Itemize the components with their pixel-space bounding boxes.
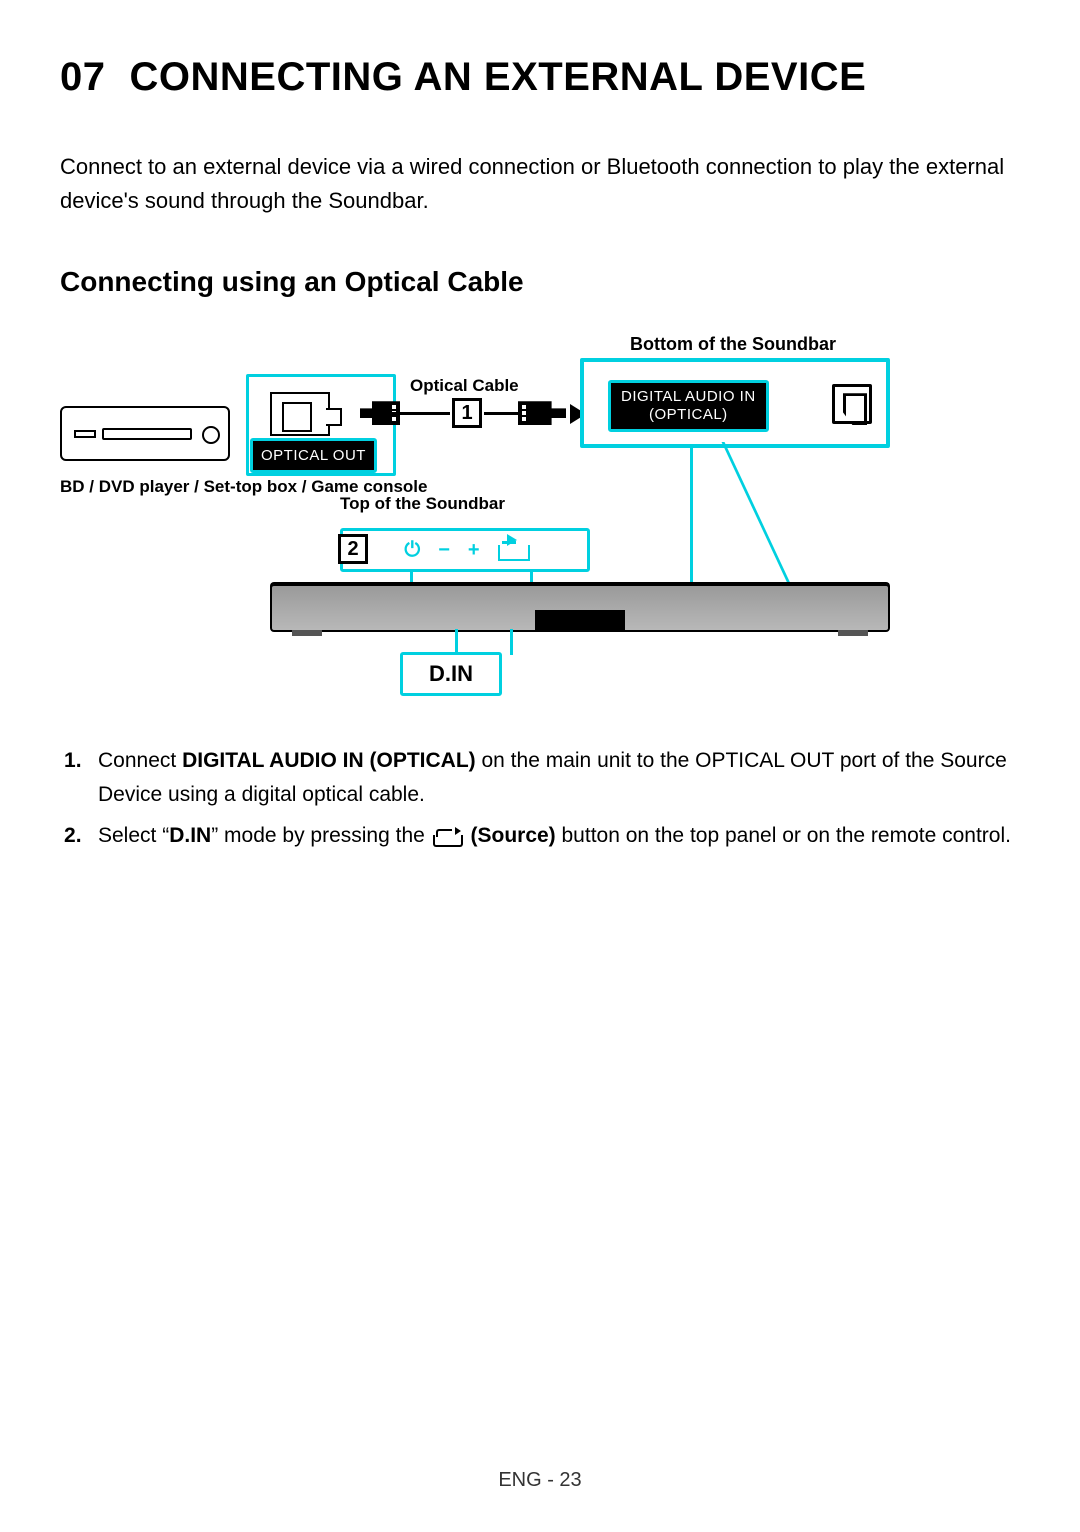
source-icon	[498, 539, 526, 561]
instruction-step-2: Select “D.IN” mode by pressing the (Sour…	[98, 819, 1020, 853]
optical-in-port-icon	[832, 384, 872, 424]
page-footer: ENG - 23	[0, 1469, 1080, 1492]
power-icon: ⏻	[404, 539, 420, 562]
din-badge: D.IN	[400, 652, 502, 696]
soundbar-display	[535, 610, 625, 632]
step-1-badge: 1	[452, 398, 482, 428]
label-top-of-soundbar: Top of the Soundbar	[340, 494, 505, 514]
section-heading: Connecting using an Optical Cable	[60, 266, 1020, 298]
callout-leader	[510, 629, 513, 655]
chapter-number: 07	[60, 55, 106, 99]
intro-paragraph: Connect to an external device via a wire…	[60, 150, 1020, 218]
bold-text: D.IN	[169, 824, 211, 847]
volume-up-icon: +	[468, 539, 480, 562]
step-2-badge: 2	[338, 534, 368, 564]
dai-line1: DIGITAL AUDIO IN	[621, 388, 756, 405]
dai-line2: (OPTICAL)	[621, 406, 756, 424]
cable-line	[390, 412, 450, 415]
optical-out-badge: OPTICAL OUT	[250, 438, 377, 473]
optical-out-port-icon	[270, 392, 330, 436]
instruction-list: Connect DIGITAL AUDIO IN (OPTICAL) on th…	[60, 744, 1020, 853]
soundbar-top-panel: ⏻ − +	[340, 528, 590, 572]
source-icon	[433, 827, 463, 847]
connection-diagram: Bottom of the Soundbar Optical Cable BD …	[60, 334, 1020, 704]
label-bottom-of-soundbar: Bottom of the Soundbar	[630, 334, 836, 355]
chapter-title: CONNECTING AN EXTERNAL DEVICE	[130, 55, 867, 99]
label-optical-cable: Optical Cable	[410, 376, 519, 396]
chapter-heading: 07 CONNECTING AN EXTERNAL DEVICE	[60, 55, 1020, 100]
volume-down-icon: −	[438, 539, 450, 562]
instruction-step-1: Connect DIGITAL AUDIO IN (OPTICAL) on th…	[98, 744, 1020, 811]
digital-audio-in-badge: DIGITAL AUDIO IN (OPTICAL)	[608, 380, 769, 432]
bold-text: (Source)	[465, 824, 556, 847]
soundbar-bottom-panel: DIGITAL AUDIO IN (OPTICAL)	[580, 358, 890, 448]
soundbar-illustration	[270, 584, 890, 632]
bold-text: DIGITAL AUDIO IN (OPTICAL)	[182, 749, 476, 772]
source-device-illustration	[60, 406, 230, 461]
cable-plug-right-icon	[518, 401, 566, 425]
callout-leader	[690, 448, 693, 604]
